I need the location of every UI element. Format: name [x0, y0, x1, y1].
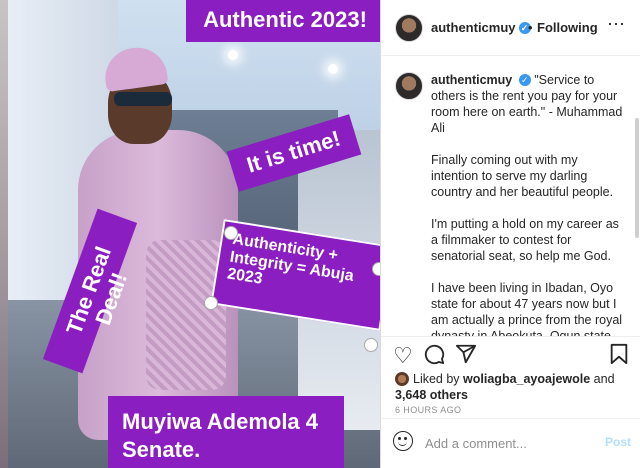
resize-handle[interactable]: [364, 338, 378, 352]
likes-others-link[interactable]: 3,648 others: [395, 388, 468, 402]
emoji-icon[interactable]: [393, 431, 413, 451]
caption-paragraph: Finally coming out with my intention to …: [431, 153, 614, 199]
liked-by-text: Liked by: [413, 372, 460, 386]
caption-area: authenticmuy ✓ "Service to others is the…: [381, 56, 640, 336]
label-authentic-2023: Authentic 2023!: [186, 0, 380, 42]
post-comment-button[interactable]: Post: [605, 435, 631, 449]
photo-sunglasses: [114, 92, 172, 106]
bookmark-icon[interactable]: [609, 343, 629, 371]
liker-avatar[interactable]: [395, 372, 409, 386]
caption-scrollbar[interactable]: [635, 118, 639, 238]
comment-icon[interactable]: [423, 343, 445, 371]
liker-username[interactable]: woliagba_ayoajewole: [463, 372, 590, 386]
caption-text: authenticmuy ✓ "Service to others is the…: [431, 72, 627, 336]
post-image[interactable]: Authentic 2023! It is time! The Real Dea…: [8, 0, 380, 468]
caption-paragraph: I'm putting a hold on my career as a fil…: [431, 217, 619, 263]
post-timestamp[interactable]: 6 HOURS AGO: [395, 405, 461, 415]
resize-handle[interactable]: [372, 262, 380, 276]
caption-username[interactable]: authenticmuy: [431, 73, 512, 87]
resize-handle[interactable]: [224, 226, 238, 240]
avatar[interactable]: [395, 14, 423, 42]
post-header: authenticmuy ✓ • Following ⋯: [381, 0, 640, 56]
comment-bar: Post: [381, 418, 640, 468]
adjacent-image-strip: [0, 0, 8, 468]
liked-and-text: and: [593, 372, 615, 386]
caption-avatar[interactable]: [395, 72, 423, 100]
username-text[interactable]: authenticmuy: [431, 20, 516, 35]
likes-summary: Liked by woliagba_ayoajewole and 3,648 o…: [395, 371, 627, 403]
share-icon[interactable]: [455, 343, 477, 371]
header-username[interactable]: authenticmuy ✓: [431, 20, 531, 35]
heart-icon[interactable]: ♡: [393, 343, 413, 369]
label-senate: Muyiwa Ademola 4 Senate.: [108, 396, 344, 468]
comment-input[interactable]: [423, 433, 597, 453]
verified-badge-icon: ✓: [518, 74, 531, 86]
photo-light: [228, 50, 238, 60]
caption-paragraph: I have been living in Ibadan, Oyo state …: [431, 281, 623, 336]
following-button[interactable]: Following: [537, 20, 598, 35]
screen: Authentic 2023! It is time! The Real Dea…: [0, 0, 640, 468]
photo-light: [328, 64, 338, 74]
post-actions: ♡ Liked by woliagba_ayoajewole and 3,648…: [381, 336, 640, 426]
photo-cloth: [146, 240, 226, 390]
separator-dot: •: [528, 20, 533, 35]
more-options-icon[interactable]: ⋯: [607, 14, 625, 35]
resize-handle[interactable]: [204, 296, 218, 310]
post-side-panel: authenticmuy ✓ • Following ⋯ authenticmuy…: [380, 0, 640, 468]
